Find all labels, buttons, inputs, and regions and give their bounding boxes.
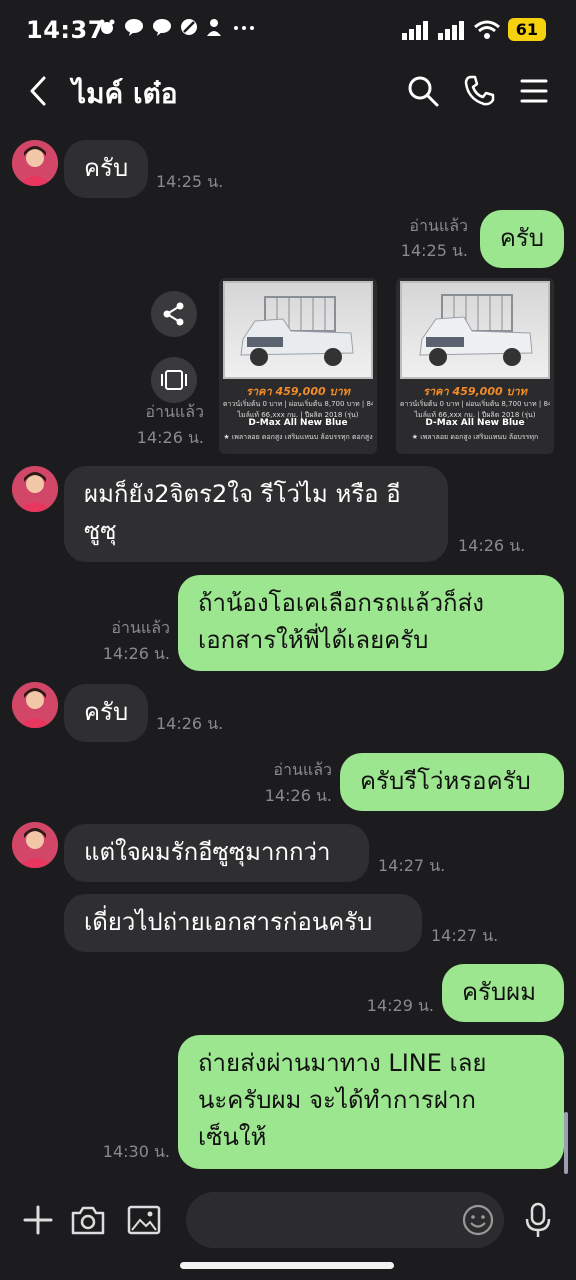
- search-icon[interactable]: [406, 74, 440, 108]
- read-receipt: อ่านแล้ว: [111, 618, 170, 637]
- message-time: 14:25 น.: [400, 241, 468, 260]
- avatar[interactable]: [12, 822, 58, 868]
- album-button[interactable]: [151, 357, 197, 403]
- avatar[interactable]: [12, 140, 58, 186]
- signal-icon: [401, 20, 428, 40]
- album-icon: [161, 370, 187, 390]
- message-time: 14:27 น.: [431, 926, 499, 945]
- image-caption: ★ เพลาลอย ดอกสูง เสริมแหนบ ล้อบรรทุก: [411, 433, 539, 441]
- message-time: 14:29 น.: [366, 996, 434, 1015]
- status-bar: 14:37 61: [0, 0, 576, 60]
- message-bubble[interactable]: ครับ: [479, 210, 564, 268]
- image-caption: ดาวน์เริ่มต้น 0 บาท | ผ่อนเริ่มต้น 8,700…: [223, 400, 373, 408]
- status-system-icons: 61: [401, 18, 546, 41]
- image-caption: ดาวน์เริ่มต้น 0 บาท | ผ่อนเริ่มต้น 8,700…: [400, 400, 550, 408]
- read-receipt: อ่านแล้ว: [145, 402, 204, 421]
- microphone-icon[interactable]: [518, 1200, 558, 1240]
- message-bubble[interactable]: ครับรีโว่หรอครับ: [340, 753, 564, 811]
- do-not-disturb-icon: [181, 19, 197, 35]
- message-input[interactable]: [186, 1192, 504, 1248]
- image-message[interactable]: ราคา 459,000 บาท ดาวน์เริ่มต้น 0 บาท | ผ…: [396, 278, 554, 454]
- line-app-icon: [153, 19, 171, 36]
- message-bubble[interactable]: เดี่ยวไปถ่ายเอกสารก่อนครับ: [64, 894, 422, 952]
- image-message[interactable]: ราคา 459,000 บาท ดาวน์เริ่มต้น 0 บาท | ผ…: [219, 278, 377, 454]
- message-time: 14:26 น.: [136, 428, 204, 447]
- chevron-left-icon[interactable]: [24, 74, 54, 108]
- message-time: 14:26 น.: [156, 714, 224, 733]
- message-bubble[interactable]: ครับผม: [442, 964, 564, 1022]
- read-receipt: อ่านแล้ว: [409, 216, 468, 235]
- battery-indicator: 61: [507, 18, 546, 41]
- plus-icon[interactable]: [18, 1200, 58, 1240]
- status-time: 14:37: [26, 16, 105, 44]
- message-bubble[interactable]: ผมก็ยัง2จิตร2ใจ รีโว่ไม หรือ อี ซูซุ: [64, 466, 448, 562]
- image-price-text: ราคา 459,000 บาท: [246, 385, 350, 398]
- menu-icon[interactable]: [518, 74, 552, 108]
- more-dots-icon: [234, 26, 254, 30]
- person-icon: [207, 19, 221, 36]
- car-photo: [223, 281, 373, 379]
- image-model-text: D-Max All New Blue: [425, 418, 525, 428]
- message-bubble[interactable]: แต่ใจผมรักอีซูซุมากกว่า: [64, 824, 369, 882]
- avatar[interactable]: [12, 466, 58, 512]
- message-time: 14:26 น.: [102, 644, 170, 663]
- wifi-icon: [473, 20, 500, 39]
- read-receipt: อ่านแล้ว: [273, 760, 332, 779]
- chat-header: ไมค์ เต๋อ: [0, 60, 576, 122]
- message-time: 14:25 น.: [156, 172, 224, 191]
- image-model-text: D-Max All New Blue: [248, 418, 348, 428]
- avatar[interactable]: [12, 682, 58, 728]
- chat-title[interactable]: ไมค์ เต๋อ: [72, 72, 178, 116]
- message-time: 14:27 น.: [378, 856, 446, 875]
- image-caption: ★ เพลาลอย ดอกสูง เสริมแหนบ ล้อบรรทุก ตอก…: [223, 433, 373, 441]
- message-time: 14:26 น.: [458, 536, 526, 555]
- share-icon: [163, 302, 184, 326]
- message-bubble[interactable]: ถ่ายส่งผ่านมาทาง LINE เลย นะครับผม จะได้…: [178, 1035, 564, 1169]
- share-button[interactable]: [151, 291, 197, 337]
- image-price-text: ราคา 459,000 บาท: [423, 385, 527, 398]
- emoji-icon[interactable]: [458, 1200, 498, 1240]
- message-time: 14:30 น.: [102, 1142, 170, 1161]
- camera-icon[interactable]: [68, 1200, 108, 1240]
- message-bubble[interactable]: ถ้าน้องโอเคเลือกรถแล้วก็ส่ง เอกสารให้พี่…: [178, 575, 564, 671]
- message-bubble[interactable]: ครับ: [64, 140, 149, 198]
- image-icon[interactable]: [124, 1200, 164, 1240]
- message-time: 14:26 น.: [264, 786, 332, 805]
- scrollbar-thumb[interactable]: [564, 1112, 568, 1174]
- phone-icon[interactable]: [462, 74, 496, 108]
- home-indicator[interactable]: [180, 1262, 394, 1269]
- car-photo: [400, 281, 550, 379]
- message-list[interactable]: ครับ 14:25 น. อ่านแล้ว 14:25 น. ครับ อ่า…: [0, 122, 576, 1182]
- line-app-icon: [125, 19, 143, 36]
- status-notification-icons: [98, 18, 256, 36]
- alarm-icon: [99, 19, 115, 34]
- message-bubble[interactable]: ครับ: [64, 684, 149, 742]
- signal-icon: [437, 20, 464, 40]
